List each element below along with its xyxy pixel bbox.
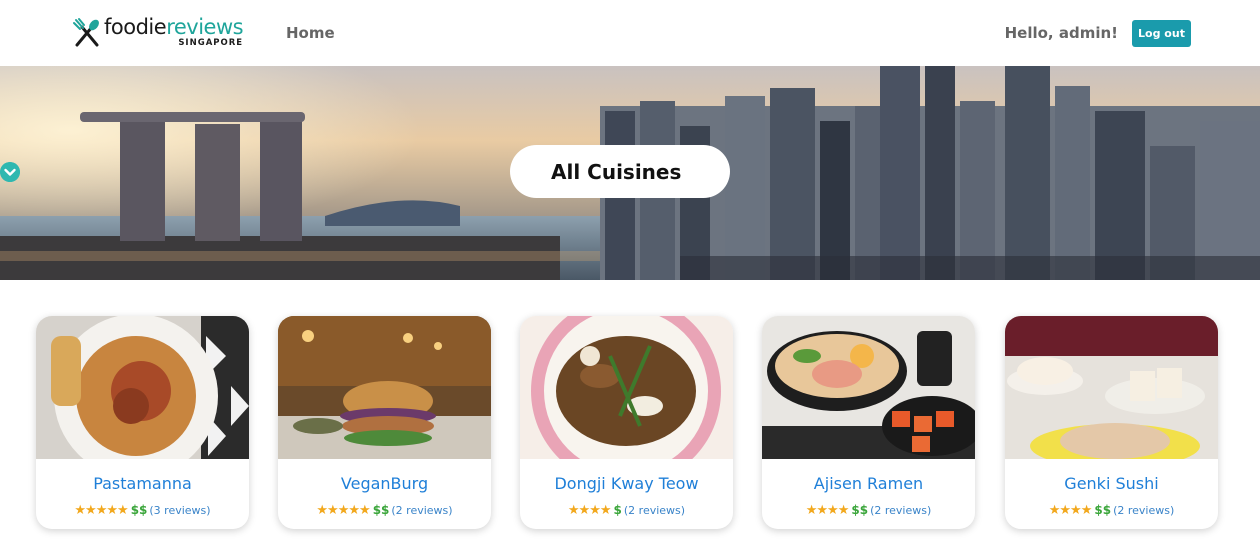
logout-button[interactable]: Log out: [1132, 20, 1191, 47]
restaurant-name[interactable]: Pastamanna: [36, 474, 249, 493]
restaurant-name[interactable]: Dongji Kway Teow: [520, 474, 733, 493]
restaurant-meta: ★★★★ $$ (2 reviews): [762, 503, 975, 518]
star-rating-icon: ★★★★: [567, 503, 612, 518]
restaurant-meta: ★★★★★ $$ (2 reviews): [278, 503, 491, 518]
restaurant-card-pastamanna[interactable]: Pastamanna ★★★★★ $$ (3 reviews): [36, 316, 249, 529]
food-photo-burger: [278, 316, 491, 459]
star-rating-icon: ★★★★★: [74, 503, 128, 518]
star-rating-icon: ★★★★★: [316, 503, 370, 518]
logo-subtitle: SINGAPORE: [178, 38, 244, 48]
restaurant-card-veganburg[interactable]: VeganBurg ★★★★★ $$ (2 reviews): [278, 316, 491, 529]
review-count: (2 reviews): [391, 504, 453, 517]
food-photo-pasta: [36, 316, 249, 459]
nav-home-link[interactable]: Home: [286, 24, 335, 42]
site-logo[interactable]: foodiereviews SINGAPORE: [70, 14, 244, 52]
food-photo-ramen: [762, 316, 975, 459]
review-count: (2 reviews): [1113, 504, 1175, 517]
chevron-down-icon[interactable]: [0, 162, 20, 182]
restaurant-meta: ★★★★ $$ (2 reviews): [1005, 503, 1218, 518]
star-rating-icon: ★★★★: [1048, 503, 1093, 518]
logo-text-reviews: reviews: [166, 15, 244, 39]
review-count: (2 reviews): [870, 504, 932, 517]
logo-wordmark: foodiereviews SINGAPORE: [104, 14, 244, 48]
restaurant-name[interactable]: Genki Sushi: [1005, 474, 1218, 493]
top-navbar: foodiereviews SINGAPORE Home Hello, admi…: [0, 0, 1260, 66]
price-level: $: [613, 503, 622, 517]
food-photo-kway-teow: [520, 316, 733, 459]
user-greeting: Hello, admin!: [1004, 24, 1118, 42]
hero-banner: All Cuisines: [0, 66, 1260, 280]
logo-text-foodie: foodie: [104, 15, 167, 39]
price-level: $$: [851, 503, 869, 517]
restaurant-card-ajisen[interactable]: Ajisen Ramen ★★★★ $$ (2 reviews): [762, 316, 975, 529]
restaurant-name[interactable]: Ajisen Ramen: [762, 474, 975, 493]
cuisine-dropdown[interactable]: All Cuisines: [510, 145, 730, 198]
price-level: $$: [1094, 503, 1112, 517]
restaurant-name[interactable]: VeganBurg: [278, 474, 491, 493]
price-level: $$: [130, 503, 148, 517]
restaurant-meta: ★★★★★ $$ (3 reviews): [36, 503, 249, 518]
review-count: (2 reviews): [623, 504, 686, 517]
restaurant-meta: ★★★★ $ (2 reviews): [520, 503, 733, 518]
restaurant-card-genki[interactable]: Genki Sushi ★★★★ $$ (2 reviews): [1005, 316, 1218, 529]
food-photo-sushi: [1005, 316, 1218, 459]
cuisine-dropdown-value: All Cuisines: [551, 160, 682, 184]
restaurant-card-dongji[interactable]: Dongji Kway Teow ★★★★ $ (2 reviews): [520, 316, 733, 529]
utensils-icon: [73, 18, 99, 47]
star-rating-icon: ★★★★: [805, 503, 850, 518]
review-count: (3 reviews): [149, 504, 211, 517]
price-level: $$: [372, 503, 390, 517]
